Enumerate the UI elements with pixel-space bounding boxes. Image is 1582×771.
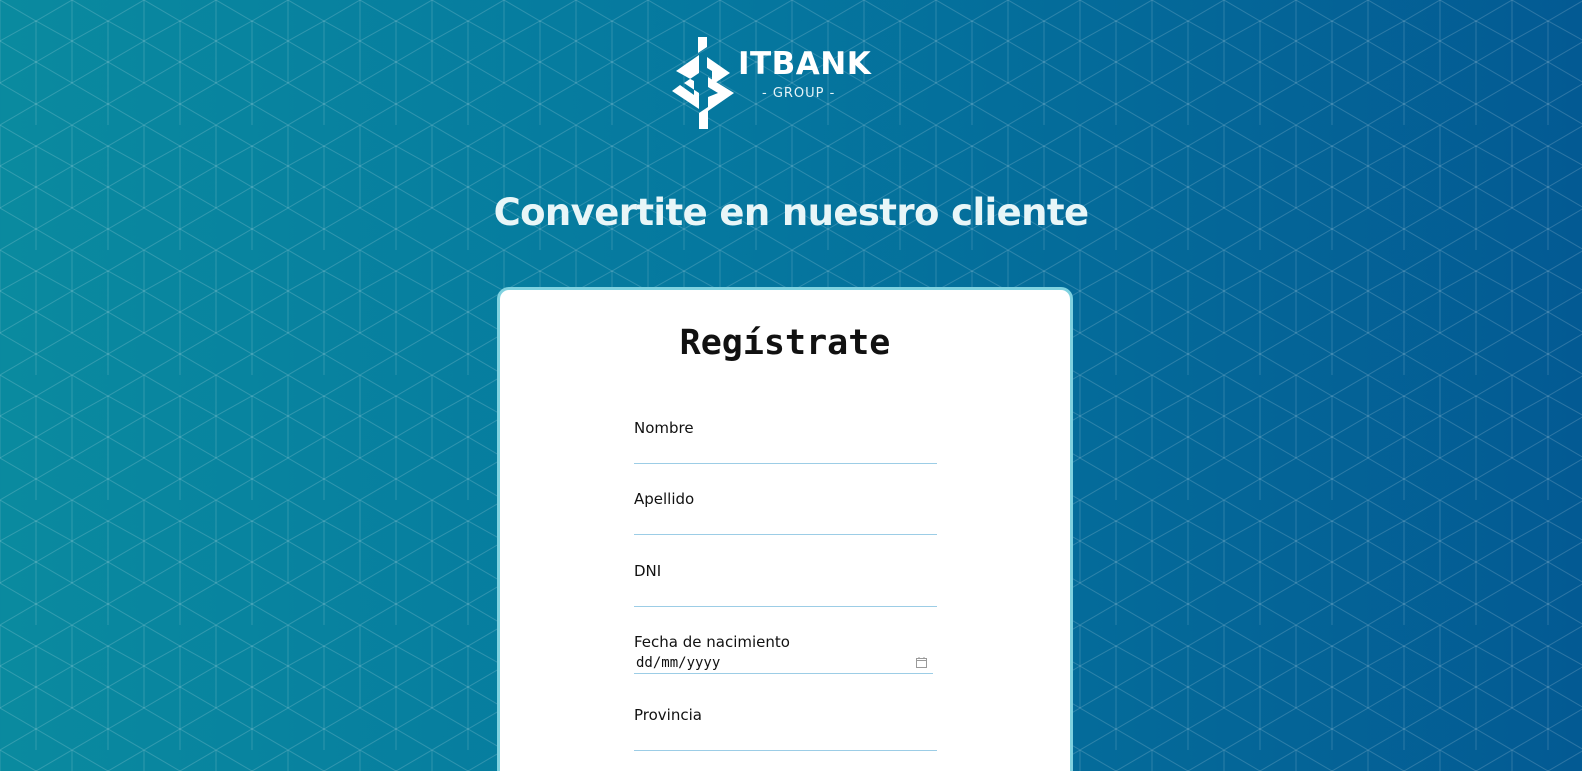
provincia-input[interactable]	[634, 729, 937, 751]
date-placeholder: dd/mm/yyyy	[636, 655, 721, 671]
dni-input[interactable]	[634, 585, 937, 607]
itbank-logo-mark-icon	[672, 37, 734, 129]
page-title: Convertite en nuestro cliente	[493, 191, 1089, 234]
provincia-field: Provincia	[634, 705, 937, 751]
nombre-input[interactable]	[634, 442, 937, 464]
brand-tagline: - GROUP -	[762, 86, 836, 101]
dni-label: DNI	[634, 562, 662, 580]
apellido-label: Apellido	[634, 490, 695, 508]
fecha-nacimiento-field: Fecha de nacimiento dd/mm/yyyy	[634, 632, 937, 674]
calendar-icon[interactable]	[916, 657, 927, 668]
provincia-label: Provincia	[634, 706, 702, 724]
brand-name: ITBANK	[738, 46, 872, 82]
fecha-nacimiento-input[interactable]: dd/mm/yyyy	[634, 654, 933, 674]
nombre-label: Nombre	[634, 419, 694, 437]
form-title: Regístrate	[679, 323, 891, 363]
fecha-nacimiento-label: Fecha de nacimiento	[634, 633, 790, 651]
dni-field: DNI	[634, 561, 937, 607]
registration-card: Regístrate Nombre Apellido DNI Fecha de …	[497, 287, 1073, 771]
apellido-input[interactable]	[634, 513, 937, 535]
nombre-field: Nombre	[634, 418, 937, 464]
brand-logo[interactable]: ITBANK - GROUP -	[672, 37, 872, 129]
apellido-field: Apellido	[634, 489, 937, 535]
